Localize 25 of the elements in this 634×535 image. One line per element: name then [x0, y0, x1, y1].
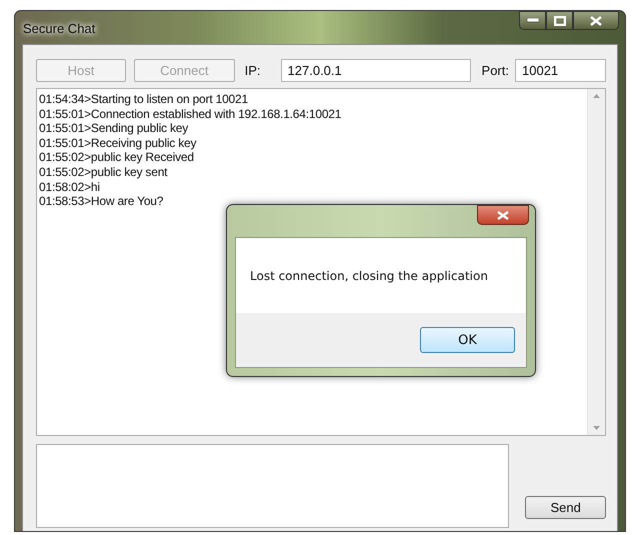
close-icon — [590, 16, 602, 26]
dialog-close-button[interactable] — [477, 205, 529, 225]
ip-label: IP: — [244, 63, 261, 78]
log-line: 01:55:01>Connection established with 192.168.1.64:10021 — [39, 106, 342, 122]
maximize-icon — [554, 16, 566, 26]
window-title: Secure Chat — [23, 21, 96, 36]
port-label: Port: — [482, 63, 509, 78]
log-line: 01:55:02>public key Received — [39, 150, 195, 165]
close-button[interactable] — [573, 11, 619, 30]
message-input[interactable] — [36, 444, 510, 528]
log-line: 01:55:01>Sending public key — [39, 121, 190, 136]
log-line: 01:54:34>Starting to listen on port 10021 — [39, 92, 249, 107]
send-button[interactable]: Send — [525, 496, 606, 519]
minimize-button[interactable] — [519, 11, 546, 30]
close-icon — [497, 210, 509, 220]
maximize-button[interactable] — [546, 11, 573, 30]
dialog-message: Lost connection, closing the application — [250, 268, 488, 282]
ok-button[interactable]: OK — [420, 327, 515, 353]
log-line: 01:58:53>How are You? — [39, 194, 164, 209]
log-line: 01:58:02>hi — [39, 180, 101, 194]
ip-field[interactable]: 127.0.0.1 — [280, 59, 471, 82]
minimize-icon — [526, 18, 538, 23]
log-line: 01:55:01>Receiving public key — [39, 136, 198, 150]
log-line: 01:55:02>public key sent — [39, 164, 168, 180]
port-field[interactable]: 10021 — [515, 59, 606, 82]
